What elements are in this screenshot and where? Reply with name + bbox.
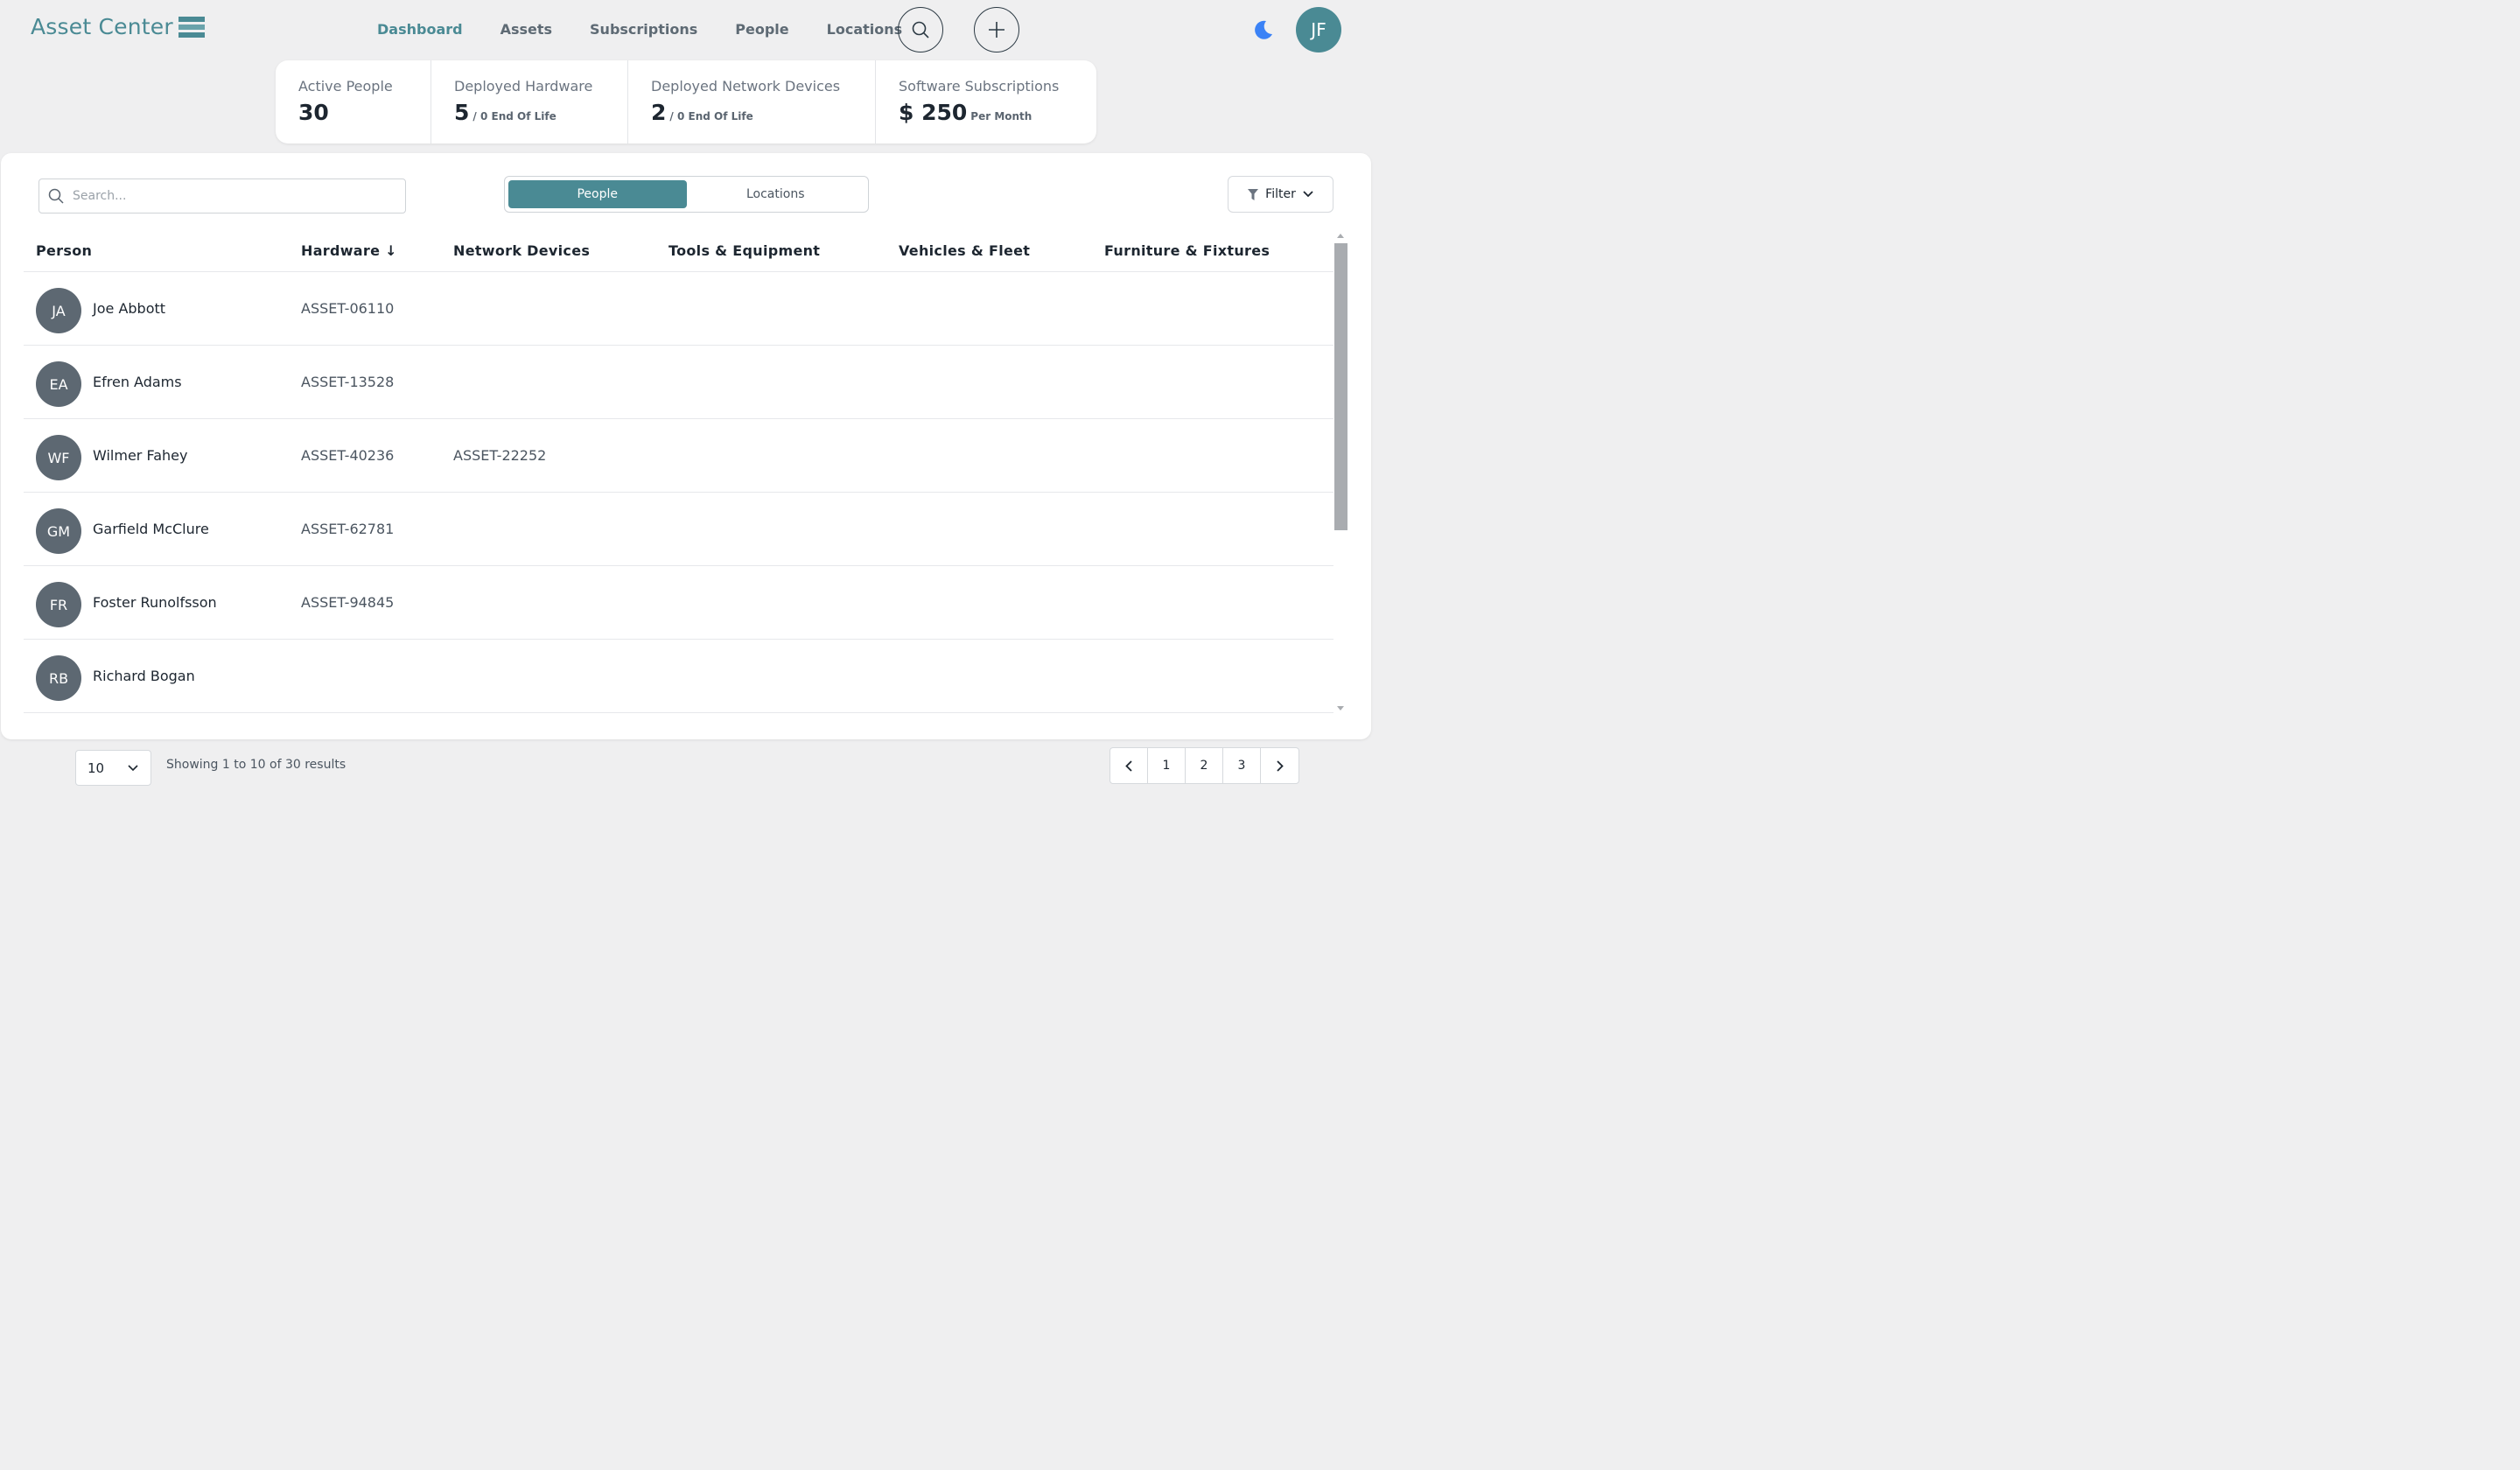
nav-subscriptions[interactable]: Subscriptions <box>590 21 697 38</box>
toggle-locations[interactable]: Locations <box>687 180 865 208</box>
pagination: 1 2 3 <box>1110 747 1299 784</box>
col-hardware[interactable]: Hardware ↓ <box>301 242 397 259</box>
table-row[interactable]: FR Foster Runolfsson ASSET-94845 <box>24 566 1334 640</box>
person-avatar: RB <box>36 655 81 701</box>
person-name[interactable]: Wilmer Fahey <box>93 447 187 464</box>
filter-button[interactable]: Filter <box>1228 176 1334 213</box>
user-avatar[interactable]: JF <box>1296 7 1341 52</box>
stat-software-subscriptions: Software Subscriptions $ 250 Per Month <box>876 60 1096 144</box>
view-toggle: People Locations <box>504 176 869 213</box>
person-name[interactable]: Foster Runolfsson <box>93 594 217 611</box>
table-row[interactable]: EA Efren Adams ASSET-13528 <box>24 346 1334 419</box>
prev-page-button[interactable] <box>1110 748 1148 783</box>
col-network-devices[interactable]: Network Devices <box>453 242 590 259</box>
stat-label: Deployed Network Devices <box>651 78 841 94</box>
chevron-right-icon <box>1276 760 1284 772</box>
page-2-button[interactable]: 2 <box>1186 748 1223 783</box>
scrollbar-thumb[interactable] <box>1334 243 1348 530</box>
stat-label: Software Subscriptions <box>899 78 1060 94</box>
table-row[interactable]: RB Richard Bogan <box>24 640 1334 713</box>
hardware-cell[interactable]: ASSET-94845 <box>301 594 394 611</box>
stats-card: Active People 30 Deployed Hardware 5/ 0 … <box>276 60 1096 144</box>
person-name[interactable]: Richard Bogan <box>93 668 195 684</box>
nav-assets[interactable]: Assets <box>500 21 552 38</box>
stat-label: Active People <box>298 78 393 94</box>
add-button[interactable] <box>974 7 1019 52</box>
stat-deployed-hardware: Deployed Hardware 5/ 0 End Of Life <box>431 60 628 144</box>
search-button[interactable] <box>898 7 943 52</box>
stat-value: $ 250 <box>899 100 968 125</box>
hardware-cell[interactable]: ASSET-62781 <box>301 521 394 537</box>
funnel-icon <box>1248 188 1259 200</box>
person-name[interactable]: Efren Adams <box>93 374 182 390</box>
chevron-left-icon <box>1125 760 1132 772</box>
stat-active-people: Active People 30 <box>276 60 431 144</box>
stat-value: 30 <box>298 100 329 125</box>
table-header: Person Hardware ↓ Network Devices Tools … <box>24 237 1334 272</box>
col-tools-equipment[interactable]: Tools & Equipment <box>668 242 820 259</box>
logo-text: Asset Center <box>31 14 173 39</box>
nav-people[interactable]: People <box>735 21 788 38</box>
stat-sub: Per Month <box>970 110 1032 122</box>
chevron-down-icon <box>128 765 138 772</box>
page-size-value: 10 <box>88 760 105 776</box>
moon-icon[interactable] <box>1251 18 1274 41</box>
filter-label: Filter <box>1265 187 1296 201</box>
page-size-select[interactable]: 10 <box>75 750 151 786</box>
hardware-cell[interactable]: ASSET-13528 <box>301 374 394 390</box>
person-avatar: GM <box>36 508 81 554</box>
search-icon <box>48 188 64 204</box>
main-panel: People Locations Filter Person Hardware … <box>1 153 1371 739</box>
page-3-button[interactable]: 3 <box>1223 748 1261 783</box>
app-logo[interactable]: Asset Center <box>31 14 205 39</box>
main-nav: Dashboard Assets Subscriptions People Lo… <box>377 21 940 38</box>
plus-icon <box>989 22 1004 38</box>
toggle-people[interactable]: People <box>508 180 687 208</box>
hardware-cell[interactable]: ASSET-06110 <box>301 300 394 317</box>
person-name[interactable]: Joe Abbott <box>93 300 165 317</box>
next-page-button[interactable] <box>1261 748 1298 783</box>
table-row[interactable]: GM Garfield McClure ASSET-62781 <box>24 493 1334 566</box>
stat-value: 2 <box>651 100 667 125</box>
person-avatar: EA <box>36 361 81 407</box>
nav-locations[interactable]: Locations <box>827 21 903 38</box>
col-person[interactable]: Person <box>36 242 92 259</box>
table-row[interactable]: WF Wilmer Fahey ASSET-40236 ASSET-22252 <box>24 419 1334 493</box>
network-cell[interactable]: ASSET-22252 <box>453 447 546 464</box>
person-avatar: JA <box>36 288 81 333</box>
col-furniture-fixtures[interactable]: Furniture & Fixtures <box>1104 242 1270 259</box>
scroll-down-arrow[interactable] <box>1337 706 1344 710</box>
stat-deployed-network-devices: Deployed Network Devices 2/ 0 End Of Lif… <box>628 60 876 144</box>
hardware-cell[interactable]: ASSET-40236 <box>301 447 394 464</box>
stat-label: Deployed Hardware <box>454 78 593 94</box>
person-name[interactable]: Garfield McClure <box>93 521 209 537</box>
page-1-button[interactable]: 1 <box>1148 748 1186 783</box>
stat-value: 5 <box>454 100 470 125</box>
stat-sub: / 0 End Of Life <box>472 110 556 122</box>
logo-stack-icon <box>178 16 205 39</box>
search-box[interactable] <box>38 178 406 214</box>
nav-dashboard[interactable]: Dashboard <box>377 21 463 38</box>
table-scrollbar[interactable] <box>1334 243 1348 532</box>
stat-sub: / 0 End Of Life <box>669 110 753 122</box>
search-icon <box>912 21 929 38</box>
table-row[interactable]: JA Joe Abbott ASSET-06110 <box>24 272 1334 346</box>
person-avatar: WF <box>36 435 81 480</box>
search-input[interactable] <box>71 188 386 204</box>
chevron-down-icon <box>1303 191 1313 198</box>
results-summary: Showing 1 to 10 of 30 results <box>166 758 346 772</box>
col-vehicles-fleet[interactable]: Vehicles & Fleet <box>899 242 1030 259</box>
person-avatar: FR <box>36 582 81 627</box>
scroll-up-arrow[interactable] <box>1337 234 1344 238</box>
